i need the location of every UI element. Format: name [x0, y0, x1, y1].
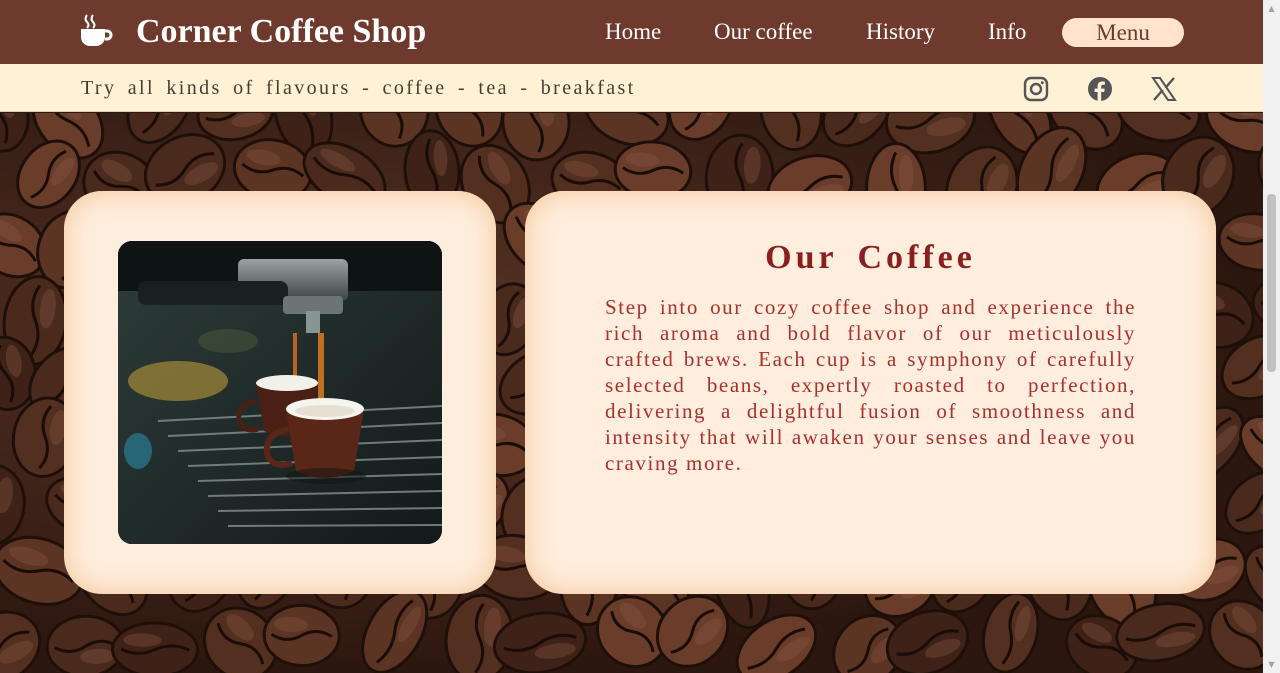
nav-history[interactable]: History	[866, 17, 935, 47]
scroll-down-arrow-icon[interactable]: ▼	[1263, 656, 1280, 673]
nav-our-coffee[interactable]: Our coffee	[714, 17, 813, 47]
vertical-scrollbar[interactable]: ▲ ▼	[1263, 0, 1280, 673]
coffee-bean	[262, 603, 341, 668]
tagline: Try all kinds of flavours - coffee - tea…	[81, 77, 636, 99]
coffee-bean	[1217, 212, 1263, 272]
coffee-bean	[1251, 272, 1263, 333]
menu-button[interactable]: Menu	[1062, 18, 1184, 47]
espresso-machine-photo	[118, 241, 442, 544]
nav-info[interactable]: Info	[988, 17, 1026, 47]
nav-home[interactable]: Home	[605, 17, 661, 47]
photo-card	[64, 191, 496, 594]
coffee-bean	[1224, 470, 1263, 535]
coffee-bean	[0, 113, 30, 153]
our-coffee-card: Our Coffee Step into our cozy coffee sho…	[525, 191, 1216, 594]
brand-name[interactable]: Corner Coffee Shop	[136, 11, 426, 53]
instagram-icon[interactable]	[1023, 76, 1049, 102]
scroll-up-arrow-icon[interactable]: ▲	[1263, 0, 1280, 17]
scroll-thumb[interactable]	[1267, 194, 1276, 372]
card-description: Step into our cozy coffee shop and exper…	[605, 295, 1136, 475]
coffee-bean	[110, 621, 200, 673]
top-navbar: Corner Coffee Shop Home Our coffee Histo…	[0, 0, 1263, 64]
card-title: Our Coffee	[765, 239, 976, 276]
facebook-icon[interactable]	[1087, 76, 1113, 102]
tagline-bar: Try all kinds of flavours - coffee - tea…	[0, 64, 1263, 112]
coffee-bean	[0, 610, 42, 673]
x-icon[interactable]	[1151, 76, 1177, 102]
coffee-cup-icon[interactable]	[80, 14, 114, 48]
